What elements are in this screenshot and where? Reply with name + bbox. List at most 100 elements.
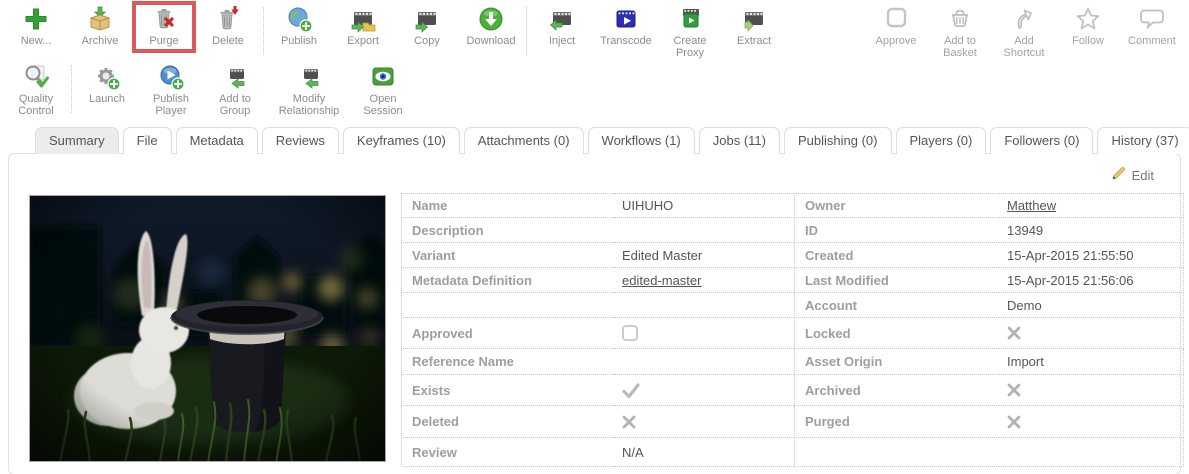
shortcut-arrow-icon bbox=[1010, 4, 1038, 34]
launch-gear-icon bbox=[93, 62, 121, 92]
export-button[interactable]: Export bbox=[334, 4, 392, 47]
extract-film-icon bbox=[740, 4, 768, 34]
toolbar-separator bbox=[263, 7, 264, 55]
review-label: Review bbox=[401, 438, 614, 467]
asset-detail-page: New... Archive Purge Delete Publish bbox=[0, 0, 1189, 474]
purge-button[interactable]: Purge bbox=[135, 4, 193, 47]
locked-value bbox=[999, 318, 1184, 349]
purged-x-icon bbox=[1007, 415, 1021, 429]
tab-attachments[interactable]: Attachments (0) bbox=[464, 127, 584, 154]
exists-label: Exists bbox=[401, 375, 614, 406]
asset-origin-value: Import bbox=[999, 349, 1184, 375]
owner-link[interactable]: Matthew bbox=[1007, 198, 1056, 213]
create-proxy-button[interactable]: Create Proxy bbox=[661, 4, 719, 59]
name-label: Name bbox=[401, 193, 614, 218]
tab-bar: Summary File Metadata Reviews Keyframes … bbox=[35, 127, 1189, 154]
review-value: N/A bbox=[614, 438, 794, 467]
reference-name-label: Reference Name bbox=[401, 349, 614, 375]
empty-cell bbox=[401, 293, 614, 318]
launch-button[interactable]: Launch bbox=[78, 62, 136, 105]
quality-control-button[interactable]: Quality Control bbox=[7, 62, 65, 117]
last-modified-value: 15-Apr-2015 21:56:06 bbox=[999, 268, 1184, 293]
variant-label: Variant bbox=[401, 243, 614, 268]
publish-globe-icon bbox=[285, 4, 313, 34]
created-label: Created bbox=[794, 243, 999, 268]
empty-cell bbox=[794, 438, 999, 467]
rabbit-hat-night-scene bbox=[30, 196, 386, 462]
approved-label: Approved bbox=[401, 318, 614, 349]
locked-x-icon bbox=[1007, 326, 1021, 340]
approved-checkbox[interactable] bbox=[622, 325, 638, 341]
tab-workflows[interactable]: Workflows (1) bbox=[588, 127, 695, 154]
metadata-definition-link[interactable]: edited-master bbox=[622, 273, 701, 288]
purged-value bbox=[999, 406, 1184, 438]
locked-label: Locked bbox=[794, 318, 999, 349]
add-to-basket-button[interactable]: Add to Basket bbox=[931, 4, 989, 59]
tab-file[interactable]: File bbox=[123, 127, 172, 154]
extract-button[interactable]: Extract bbox=[725, 4, 783, 47]
approved-value bbox=[614, 318, 794, 349]
publish-player-button[interactable]: Publish Player bbox=[142, 62, 200, 117]
delete-button[interactable]: Delete bbox=[199, 4, 257, 47]
tab-jobs[interactable]: Jobs (11) bbox=[699, 127, 780, 154]
inject-film-icon bbox=[548, 4, 576, 34]
tab-summary[interactable]: Summary bbox=[35, 127, 119, 154]
add-to-group-button[interactable]: Add to Group bbox=[206, 62, 264, 117]
new-button[interactable]: New... bbox=[7, 4, 65, 47]
new-plus-icon bbox=[22, 4, 50, 34]
approve-square-icon bbox=[882, 4, 910, 34]
tab-metadata[interactable]: Metadata bbox=[176, 127, 258, 154]
inject-button[interactable]: Inject bbox=[533, 4, 591, 47]
comment-bubble-icon bbox=[1138, 4, 1166, 34]
open-session-button[interactable]: Open Session bbox=[354, 62, 412, 117]
archive-box-icon bbox=[86, 4, 114, 34]
archive-button[interactable]: Archive bbox=[71, 4, 129, 47]
tab-followers[interactable]: Followers (0) bbox=[990, 127, 1093, 154]
deleted-label: Deleted bbox=[401, 406, 614, 438]
add-shortcut-button[interactable]: Add Shortcut bbox=[995, 4, 1053, 59]
pencil-icon bbox=[1111, 166, 1126, 184]
publish-button[interactable]: Publish bbox=[270, 4, 328, 47]
toolbar-row-1: New... Archive Purge Delete Publish bbox=[7, 4, 1189, 59]
purge-trash-icon bbox=[150, 4, 178, 34]
archived-label: Archived bbox=[794, 375, 999, 406]
owner-value: Matthew bbox=[999, 193, 1184, 218]
add-to-group-icon bbox=[221, 62, 249, 92]
toolbar-separator bbox=[526, 7, 527, 55]
tab-publishing[interactable]: Publishing (0) bbox=[784, 127, 892, 154]
name-value: UIHUHO bbox=[614, 193, 794, 218]
exists-check-icon bbox=[622, 383, 640, 398]
open-session-eye-icon bbox=[369, 62, 397, 92]
tab-history[interactable]: History (37) bbox=[1097, 127, 1189, 154]
modify-relationship-icon bbox=[295, 62, 323, 92]
exists-value bbox=[614, 375, 794, 406]
delete-trash-icon bbox=[214, 4, 242, 34]
asset-thumbnail[interactable] bbox=[29, 195, 386, 462]
toolbar: New... Archive Purge Delete Publish bbox=[0, 0, 1189, 117]
transcode-button[interactable]: Transcode bbox=[597, 4, 655, 47]
follow-button[interactable]: Follow bbox=[1059, 4, 1117, 47]
description-label: Description bbox=[401, 218, 614, 243]
copy-button[interactable]: Copy bbox=[398, 4, 456, 47]
owner-label: Owner bbox=[794, 193, 999, 218]
toolbar-row-2: Quality Control Launch Publish Player Ad… bbox=[7, 62, 1189, 117]
comment-button[interactable]: Comment bbox=[1123, 4, 1181, 47]
id-label: ID bbox=[794, 218, 999, 243]
follow-star-icon bbox=[1074, 4, 1102, 34]
variant-value: Edited Master bbox=[614, 243, 794, 268]
edit-button[interactable]: Edit bbox=[1111, 166, 1154, 184]
asset-origin-label: Asset Origin bbox=[794, 349, 999, 375]
metadata-definition-value: edited-master bbox=[614, 268, 794, 293]
modify-relationship-button[interactable]: Modify Relationship bbox=[270, 62, 348, 117]
create-proxy-film-icon bbox=[676, 4, 704, 34]
download-button[interactable]: Download bbox=[462, 4, 520, 47]
approve-button[interactable]: Approve bbox=[867, 4, 925, 47]
download-circle-icon bbox=[477, 4, 505, 34]
export-film-icon bbox=[349, 4, 377, 34]
tab-players[interactable]: Players (0) bbox=[896, 127, 987, 154]
tab-keyframes[interactable]: Keyframes (10) bbox=[343, 127, 460, 154]
tab-reviews[interactable]: Reviews bbox=[262, 127, 339, 154]
deleted-value bbox=[614, 406, 794, 438]
toolbar-separator bbox=[71, 65, 72, 113]
basket-icon bbox=[946, 4, 974, 34]
